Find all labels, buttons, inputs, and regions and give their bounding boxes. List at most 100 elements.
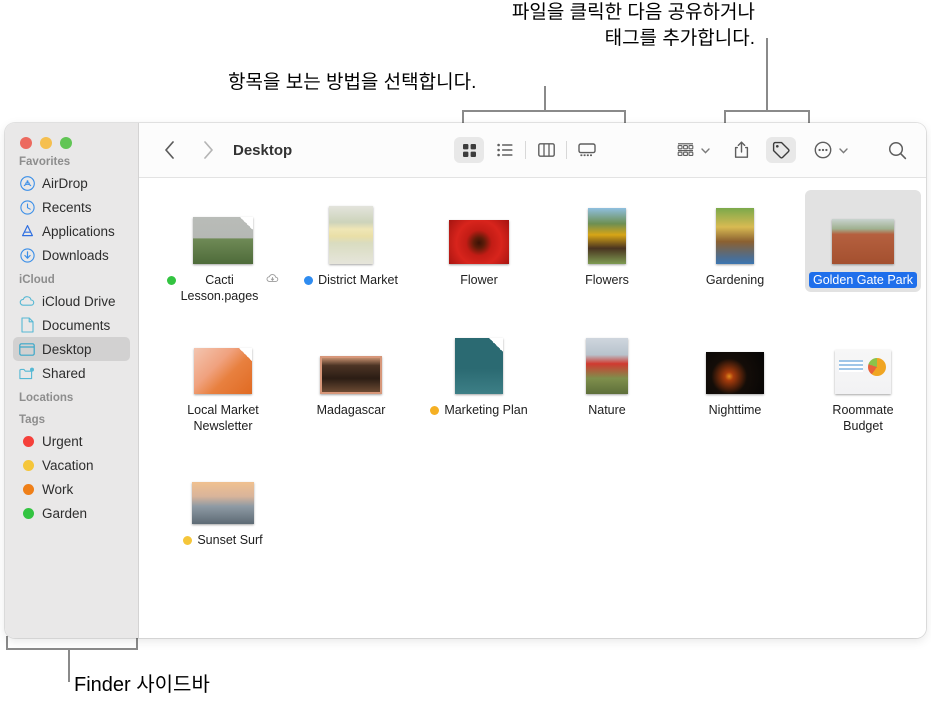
close-button[interactable] — [20, 137, 32, 149]
file-thumbnail — [304, 196, 398, 264]
file-thumbnail — [585, 196, 629, 264]
icon-view-button[interactable] — [454, 137, 484, 163]
file-name: Golden Gate Park — [808, 272, 918, 288]
sidebar-item-urgent[interactable]: Urgent — [13, 429, 130, 453]
sidebar-item-label: Documents — [42, 317, 111, 333]
file-label[interactable]: Local Market Newsletter — [187, 402, 259, 434]
tag-dot — [19, 505, 35, 521]
sidebar-item-documents[interactable]: Documents — [13, 313, 130, 337]
view-callout-bracket-left — [462, 110, 464, 124]
sidebar-item-label: Applications — [42, 223, 115, 239]
sidebar-item-vacation[interactable]: Vacation — [13, 453, 130, 477]
file-item[interactable]: Cacti Lesson.pages — [159, 196, 287, 304]
file-item-body: Flower — [449, 196, 509, 288]
file-item-body: Sunset Surf — [183, 456, 263, 548]
sidebar-callout-stem — [68, 648, 70, 682]
back-button[interactable] — [157, 137, 183, 163]
file-label[interactable]: Nighttime — [709, 402, 762, 418]
file-item[interactable]: Nighttime — [671, 326, 799, 434]
sidebar-section-header: Favorites — [19, 156, 71, 168]
file-item[interactable]: Madagascar — [287, 326, 415, 434]
sidebar-item-airdrop[interactable]: AirDrop — [13, 171, 130, 195]
group-by-button[interactable] — [670, 137, 700, 163]
zoom-button[interactable] — [60, 137, 72, 149]
thumbnail-image — [832, 219, 894, 264]
file-item-body: Local Market Newsletter — [187, 326, 259, 434]
actions-group — [670, 137, 912, 163]
file-label[interactable]: Madagascar — [317, 402, 386, 418]
desktop-icon — [19, 341, 35, 357]
file-label[interactable]: Flower — [460, 272, 498, 288]
file-item[interactable]: Golden Gate Park — [799, 190, 926, 304]
file-area[interactable]: Cacti Lesson.pages District Market Flower F… — [139, 178, 926, 638]
file-thumbnail — [809, 196, 917, 264]
sidebar-item-icloud-drive[interactable]: iCloud Drive — [13, 289, 130, 313]
file-label[interactable]: District Market — [304, 272, 398, 288]
sidebar-item-label: Garden — [42, 505, 88, 521]
list-view-button[interactable] — [490, 137, 520, 163]
sidebar-item-desktop[interactable]: Desktop — [13, 337, 130, 361]
file-thumbnail — [430, 326, 527, 394]
file-label[interactable]: Golden Gate Park — [808, 272, 918, 288]
forward-button[interactable] — [195, 137, 221, 163]
cloud-icon — [19, 293, 35, 309]
file-item[interactable]: Local Market Newsletter — [159, 326, 287, 434]
file-label[interactable]: Nature — [588, 402, 626, 418]
file-label[interactable]: Cacti Lesson.pages — [166, 272, 280, 304]
file-label[interactable]: Marketing Plan — [430, 402, 528, 418]
icloud-download-icon[interactable] — [266, 272, 279, 288]
airdrop-icon — [19, 175, 35, 191]
tag-button[interactable] — [766, 137, 796, 163]
file-label[interactable]: Flowers — [585, 272, 629, 288]
file-label[interactable]: Sunset Surf — [183, 532, 263, 548]
sidebar-item-applications[interactable]: Applications — [13, 219, 130, 243]
column-view-button[interactable] — [531, 137, 561, 163]
file-item[interactable]: Flower — [415, 196, 543, 304]
file-tag-dot — [166, 276, 176, 285]
tag-callout-bracket — [724, 110, 810, 112]
sidebar-section-header: Locations — [19, 392, 74, 404]
file-label[interactable]: Gardening — [706, 272, 764, 288]
sidebar-item-label: AirDrop — [42, 175, 88, 191]
file-item[interactable]: District Market — [287, 196, 415, 304]
more-actions-button[interactable] — [808, 137, 838, 163]
file-item[interactable]: Roommate Budget — [799, 326, 926, 434]
finder-main: Desktop Cacti Lesson.pages District Mark… — [139, 123, 926, 638]
minimize-button[interactable] — [40, 137, 52, 149]
sidebar-section-header: iCloud — [19, 274, 55, 286]
file-item[interactable]: Sunset Surf — [159, 456, 287, 548]
tag-dot — [19, 433, 35, 449]
file-thumbnail — [586, 326, 628, 394]
file-item[interactable]: Marketing Plan — [415, 326, 543, 434]
search-button[interactable] — [882, 137, 912, 163]
sidebar-item-shared[interactable]: Shared — [13, 361, 130, 385]
thumbnail-image — [449, 220, 509, 264]
file-item[interactable]: Gardening — [671, 196, 799, 304]
file-thumbnail — [187, 326, 259, 394]
sidebar-item-label: Downloads — [42, 247, 109, 263]
file-name: Cacti Lesson.pages — [180, 273, 259, 303]
sidebar-item-downloads[interactable]: Downloads — [13, 243, 130, 267]
share-button[interactable] — [726, 137, 756, 163]
file-name: Flower — [460, 273, 498, 287]
file-label[interactable]: Roommate Budget — [832, 402, 893, 434]
file-name: Gardening — [705, 273, 765, 287]
sidebar-item-label: iCloud Drive — [42, 293, 116, 309]
file-name: Sunset Surf — [197, 533, 263, 547]
thumbnail-image — [587, 208, 626, 264]
thumbnail-image — [319, 356, 382, 394]
file-item-body: District Market — [304, 196, 398, 288]
gallery-view-button[interactable] — [572, 137, 602, 163]
file-name: Local Market Newsletter — [187, 403, 259, 433]
group-by-chevron-down-icon[interactable] — [701, 141, 710, 159]
more-actions-chevron-down-icon[interactable] — [839, 141, 848, 159]
sidebar-item-recents[interactable]: Recents — [13, 195, 130, 219]
sidebar-item-garden[interactable]: Garden — [13, 501, 130, 525]
tag-callout-bracket-left — [724, 110, 726, 124]
finder-toolbar: Desktop — [139, 123, 926, 178]
file-item[interactable]: Nature — [543, 326, 671, 434]
file-name: Nature — [588, 403, 626, 417]
file-item[interactable]: Flowers — [543, 196, 671, 304]
sidebar-item-work[interactable]: Work — [13, 477, 130, 501]
file-item-body: Marketing Plan — [430, 326, 528, 418]
